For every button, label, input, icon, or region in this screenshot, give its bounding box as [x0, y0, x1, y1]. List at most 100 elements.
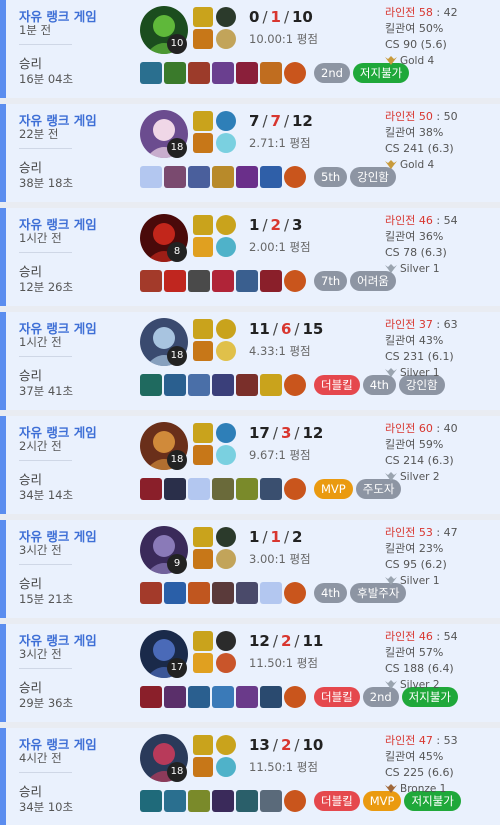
item-icon[interactable]	[164, 62, 186, 84]
secondary-rune-icon[interactable]	[216, 653, 236, 673]
primary-rune-icon[interactable]	[216, 215, 236, 235]
cs-count: CS 231 (6.1)	[385, 350, 454, 363]
item-icon[interactable]	[260, 270, 282, 292]
summoner-spell-icon[interactable]	[193, 111, 213, 131]
item-icon[interactable]	[188, 62, 210, 84]
champion-level: 18	[167, 450, 187, 470]
deaths: 7	[270, 112, 281, 130]
item-icon[interactable]	[212, 270, 234, 292]
summoner-spell-icon[interactable]	[193, 29, 213, 49]
secondary-rune-icon[interactable]	[216, 757, 236, 777]
item-icon[interactable]	[212, 374, 234, 396]
summoner-spell-icon[interactable]	[193, 215, 213, 235]
item-icon[interactable]	[236, 582, 258, 604]
item-icon[interactable]	[188, 686, 210, 708]
summoner-spell-icon[interactable]	[193, 341, 213, 361]
summoner-spell-icon[interactable]	[193, 527, 213, 547]
trinket-icon[interactable]	[284, 166, 306, 188]
primary-rune-icon[interactable]	[216, 111, 236, 131]
trinket-icon[interactable]	[284, 270, 306, 292]
item-icon[interactable]	[164, 374, 186, 396]
summoner-spell-icon[interactable]	[193, 7, 213, 27]
trinket-icon[interactable]	[284, 62, 306, 84]
match-card[interactable]: 자유 랭크 게임 3시간 전 승리 29분 36초 17 12/2/11 11.…	[0, 624, 500, 722]
primary-rune-icon[interactable]	[216, 7, 236, 27]
item-icon[interactable]	[212, 166, 234, 188]
item-icon[interactable]	[212, 478, 234, 500]
primary-rune-icon[interactable]	[216, 735, 236, 755]
trinket-icon[interactable]	[284, 582, 306, 604]
secondary-rune-icon[interactable]	[216, 237, 236, 257]
item-icon[interactable]	[236, 270, 258, 292]
item-icon[interactable]	[188, 582, 210, 604]
summoner-spell-icon[interactable]	[193, 445, 213, 465]
item-icon[interactable]	[236, 166, 258, 188]
item-icon[interactable]	[140, 478, 162, 500]
item-icon[interactable]	[236, 374, 258, 396]
item-icon[interactable]	[260, 166, 282, 188]
item-icon[interactable]	[164, 270, 186, 292]
match-card[interactable]: 자유 랭크 게임 3시간 전 승리 15분 21초 9 1/1/2 3.00:1…	[0, 520, 500, 618]
secondary-rune-icon[interactable]	[216, 29, 236, 49]
item-icon[interactable]	[164, 790, 186, 812]
item-icon[interactable]	[260, 790, 282, 812]
item-icon[interactable]	[140, 790, 162, 812]
item-icon[interactable]	[212, 790, 234, 812]
trinket-icon[interactable]	[284, 374, 306, 396]
summoner-spell-icon[interactable]	[193, 757, 213, 777]
item-icon[interactable]	[140, 270, 162, 292]
match-card[interactable]: 자유 랭크 게임 1분 전 승리 16분 04초 10 0/1/10 10.00…	[0, 0, 500, 98]
secondary-rune-icon[interactable]	[216, 549, 236, 569]
item-icon[interactable]	[236, 478, 258, 500]
summoner-spell-icon[interactable]	[193, 631, 213, 651]
secondary-rune-icon[interactable]	[216, 133, 236, 153]
trinket-icon[interactable]	[284, 478, 306, 500]
summoner-spell-icon[interactable]	[193, 653, 213, 673]
item-icon[interactable]	[188, 374, 210, 396]
item-icon[interactable]	[188, 166, 210, 188]
item-icon[interactable]	[164, 166, 186, 188]
deaths: 6	[280, 320, 292, 338]
trinket-icon[interactable]	[284, 686, 306, 708]
primary-rune-icon[interactable]	[216, 631, 236, 651]
item-icon[interactable]	[140, 686, 162, 708]
summoner-spell-icon[interactable]	[193, 423, 213, 443]
item-icon[interactable]	[188, 270, 210, 292]
item-icon[interactable]	[164, 686, 186, 708]
item-icon[interactable]	[212, 582, 234, 604]
secondary-rune-icon[interactable]	[216, 341, 236, 361]
summoner-spell-icon[interactable]	[193, 237, 213, 257]
summoner-spell-icon[interactable]	[193, 735, 213, 755]
match-card[interactable]: 자유 랭크 게임 1시간 전 승리 12분 26초 8 1/2/3 2.00:1…	[0, 208, 500, 306]
match-card[interactable]: 자유 랭크 게임 22분 전 승리 38분 18초 18 7/7/12 2.71…	[0, 104, 500, 202]
item-icon[interactable]	[140, 62, 162, 84]
average-tier: Silver 1	[385, 261, 458, 277]
item-icon[interactable]	[236, 790, 258, 812]
item-icon[interactable]	[140, 582, 162, 604]
item-icon[interactable]	[212, 62, 234, 84]
item-icon[interactable]	[212, 686, 234, 708]
item-icon[interactable]	[260, 478, 282, 500]
divider	[19, 564, 72, 565]
trinket-icon[interactable]	[284, 790, 306, 812]
item-icon[interactable]	[236, 686, 258, 708]
item-icon[interactable]	[140, 374, 162, 396]
summoner-spell-icon[interactable]	[193, 319, 213, 339]
item-icon[interactable]	[164, 478, 186, 500]
primary-rune-icon[interactable]	[216, 319, 236, 339]
match-card[interactable]: 자유 랭크 게임 1시간 전 승리 37분 41초 18 11/6/15 4.3…	[0, 312, 500, 410]
match-card[interactable]: 자유 랭크 게임 2시간 전 승리 34분 14초 18 17/3/12 9.6…	[0, 416, 500, 514]
item-icon[interactable]	[236, 62, 258, 84]
primary-rune-icon[interactable]	[216, 527, 236, 547]
match-stats: 라인전 53 : 47 킬관여 23% CS 95 (6.2) Silver 1	[385, 525, 458, 589]
primary-rune-icon[interactable]	[216, 423, 236, 443]
item-icon[interactable]	[260, 374, 282, 396]
item-icon[interactable]	[188, 790, 210, 812]
summoner-spell-icon[interactable]	[193, 549, 213, 569]
item-icon[interactable]	[260, 686, 282, 708]
summoner-spell-icon[interactable]	[193, 133, 213, 153]
item-icon[interactable]	[260, 62, 282, 84]
item-icon[interactable]	[164, 582, 186, 604]
match-card[interactable]: 자유 랭크 게임 4시간 전 승리 34분 10초 18 13/2/10 11.…	[0, 728, 500, 825]
secondary-rune-icon[interactable]	[216, 445, 236, 465]
